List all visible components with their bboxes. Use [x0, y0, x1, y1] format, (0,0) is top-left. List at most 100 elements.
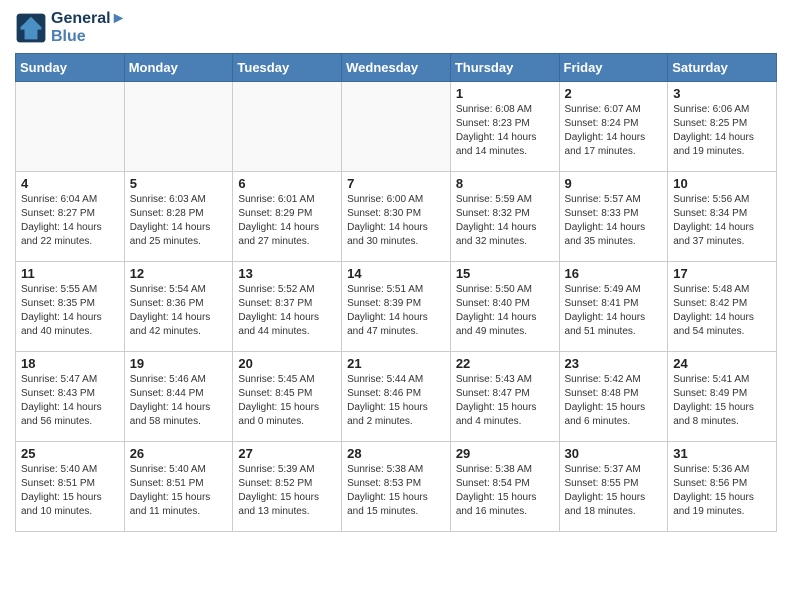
day-info: Sunrise: 5:49 AM Sunset: 8:41 PM Dayligh… — [565, 283, 663, 339]
calendar-week-row: 18 Sunrise: 5:47 AM Sunset: 8:43 PM Dayli… — [16, 352, 777, 442]
day-number: 23 — [565, 356, 663, 371]
calendar-cell: 13 Sunrise: 5:52 AM Sunset: 8:37 PM Dayli… — [233, 262, 342, 352]
calendar-day-header: Friday — [559, 54, 668, 82]
day-number: 17 — [673, 266, 771, 281]
calendar-day-header: Saturday — [668, 54, 777, 82]
day-number: 25 — [21, 446, 119, 461]
calendar-day-header: Monday — [124, 54, 233, 82]
calendar-cell: 20 Sunrise: 5:45 AM Sunset: 8:45 PM Dayli… — [233, 352, 342, 442]
day-number: 22 — [456, 356, 554, 371]
calendar-day-header: Tuesday — [233, 54, 342, 82]
calendar-cell: 10 Sunrise: 5:56 AM Sunset: 8:34 PM Dayli… — [668, 172, 777, 262]
day-number: 13 — [238, 266, 336, 281]
calendar-cell: 2 Sunrise: 6:07 AM Sunset: 8:24 PM Daylig… — [559, 82, 668, 172]
page-container: General► Blue SundayMondayTuesdayWednesd… — [0, 0, 792, 542]
day-info: Sunrise: 5:40 AM Sunset: 8:51 PM Dayligh… — [130, 463, 228, 519]
calendar-cell: 17 Sunrise: 5:48 AM Sunset: 8:42 PM Dayli… — [668, 262, 777, 352]
day-number: 14 — [347, 266, 445, 281]
day-info: Sunrise: 6:08 AM Sunset: 8:23 PM Dayligh… — [456, 103, 554, 159]
day-number: 18 — [21, 356, 119, 371]
logo: General► Blue — [15, 10, 126, 45]
calendar-cell: 14 Sunrise: 5:51 AM Sunset: 8:39 PM Dayli… — [342, 262, 451, 352]
day-number: 19 — [130, 356, 228, 371]
calendar-week-row: 11 Sunrise: 5:55 AM Sunset: 8:35 PM Dayli… — [16, 262, 777, 352]
day-info: Sunrise: 5:47 AM Sunset: 8:43 PM Dayligh… — [21, 373, 119, 429]
day-info: Sunrise: 5:55 AM Sunset: 8:35 PM Dayligh… — [21, 283, 119, 339]
day-number: 24 — [673, 356, 771, 371]
calendar-cell: 31 Sunrise: 5:36 AM Sunset: 8:56 PM Dayli… — [668, 442, 777, 532]
calendar-cell — [233, 82, 342, 172]
day-number: 15 — [456, 266, 554, 281]
day-info: Sunrise: 5:42 AM Sunset: 8:48 PM Dayligh… — [565, 373, 663, 429]
calendar-cell: 24 Sunrise: 5:41 AM Sunset: 8:49 PM Dayli… — [668, 352, 777, 442]
calendar-cell: 26 Sunrise: 5:40 AM Sunset: 8:51 PM Dayli… — [124, 442, 233, 532]
calendar-cell: 23 Sunrise: 5:42 AM Sunset: 8:48 PM Dayli… — [559, 352, 668, 442]
calendar-week-row: 4 Sunrise: 6:04 AM Sunset: 8:27 PM Daylig… — [16, 172, 777, 262]
day-number: 11 — [21, 266, 119, 281]
calendar-cell — [342, 82, 451, 172]
day-number: 10 — [673, 176, 771, 191]
logo-text: General► Blue — [51, 10, 126, 45]
day-number: 2 — [565, 86, 663, 101]
day-number: 28 — [347, 446, 445, 461]
day-number: 3 — [673, 86, 771, 101]
calendar-cell: 4 Sunrise: 6:04 AM Sunset: 8:27 PM Daylig… — [16, 172, 125, 262]
day-number: 8 — [456, 176, 554, 191]
day-number: 5 — [130, 176, 228, 191]
calendar-week-row: 25 Sunrise: 5:40 AM Sunset: 8:51 PM Dayli… — [16, 442, 777, 532]
day-number: 29 — [456, 446, 554, 461]
header: General► Blue — [15, 10, 777, 45]
day-number: 20 — [238, 356, 336, 371]
day-info: Sunrise: 5:36 AM Sunset: 8:56 PM Dayligh… — [673, 463, 771, 519]
day-info: Sunrise: 5:52 AM Sunset: 8:37 PM Dayligh… — [238, 283, 336, 339]
calendar-cell: 21 Sunrise: 5:44 AM Sunset: 8:46 PM Dayli… — [342, 352, 451, 442]
day-number: 26 — [130, 446, 228, 461]
calendar-day-header: Sunday — [16, 54, 125, 82]
day-number: 7 — [347, 176, 445, 191]
calendar-cell: 11 Sunrise: 5:55 AM Sunset: 8:35 PM Dayli… — [16, 262, 125, 352]
calendar-cell — [124, 82, 233, 172]
day-info: Sunrise: 6:01 AM Sunset: 8:29 PM Dayligh… — [238, 193, 336, 249]
day-number: 4 — [21, 176, 119, 191]
day-number: 21 — [347, 356, 445, 371]
day-info: Sunrise: 5:57 AM Sunset: 8:33 PM Dayligh… — [565, 193, 663, 249]
day-info: Sunrise: 5:41 AM Sunset: 8:49 PM Dayligh… — [673, 373, 771, 429]
calendar-week-row: 1Sunrise: 6:08 AM Sunset: 8:23 PM Daylig… — [16, 82, 777, 172]
day-info: Sunrise: 6:07 AM Sunset: 8:24 PM Dayligh… — [565, 103, 663, 159]
day-number: 30 — [565, 446, 663, 461]
calendar-cell: 6 Sunrise: 6:01 AM Sunset: 8:29 PM Daylig… — [233, 172, 342, 262]
calendar-cell: 19Sunrise: 5:46 AM Sunset: 8:44 PM Dayli… — [124, 352, 233, 442]
day-info: Sunrise: 5:38 AM Sunset: 8:53 PM Dayligh… — [347, 463, 445, 519]
calendar-cell: 9Sunrise: 5:57 AM Sunset: 8:33 PM Daylig… — [559, 172, 668, 262]
day-info: Sunrise: 6:00 AM Sunset: 8:30 PM Dayligh… — [347, 193, 445, 249]
day-info: Sunrise: 5:38 AM Sunset: 8:54 PM Dayligh… — [456, 463, 554, 519]
day-number: 31 — [673, 446, 771, 461]
calendar-cell: 12 Sunrise: 5:54 AM Sunset: 8:36 PM Dayli… — [124, 262, 233, 352]
day-number: 12 — [130, 266, 228, 281]
day-info: Sunrise: 5:54 AM Sunset: 8:36 PM Dayligh… — [130, 283, 228, 339]
calendar-day-header: Thursday — [450, 54, 559, 82]
calendar-cell: 5Sunrise: 6:03 AM Sunset: 8:28 PM Daylig… — [124, 172, 233, 262]
calendar-cell: 18 Sunrise: 5:47 AM Sunset: 8:43 PM Dayli… — [16, 352, 125, 442]
calendar-cell: 27 Sunrise: 5:39 AM Sunset: 8:52 PM Dayli… — [233, 442, 342, 532]
calendar-table: SundayMondayTuesdayWednesdayThursdayFrid… — [15, 53, 777, 532]
day-info: Sunrise: 5:43 AM Sunset: 8:47 PM Dayligh… — [456, 373, 554, 429]
day-info: Sunrise: 5:56 AM Sunset: 8:34 PM Dayligh… — [673, 193, 771, 249]
day-number: 6 — [238, 176, 336, 191]
calendar-cell: 3 Sunrise: 6:06 AM Sunset: 8:25 PM Daylig… — [668, 82, 777, 172]
calendar-cell — [16, 82, 125, 172]
day-info: Sunrise: 5:39 AM Sunset: 8:52 PM Dayligh… — [238, 463, 336, 519]
calendar-cell: 29 Sunrise: 5:38 AM Sunset: 8:54 PM Dayli… — [450, 442, 559, 532]
day-info: Sunrise: 5:48 AM Sunset: 8:42 PM Dayligh… — [673, 283, 771, 339]
calendar-cell: 16Sunrise: 5:49 AM Sunset: 8:41 PM Dayli… — [559, 262, 668, 352]
day-info: Sunrise: 6:06 AM Sunset: 8:25 PM Dayligh… — [673, 103, 771, 159]
day-info: Sunrise: 5:44 AM Sunset: 8:46 PM Dayligh… — [347, 373, 445, 429]
day-info: Sunrise: 5:45 AM Sunset: 8:45 PM Dayligh… — [238, 373, 336, 429]
calendar-cell: 8Sunrise: 5:59 AM Sunset: 8:32 PM Daylig… — [450, 172, 559, 262]
day-info: Sunrise: 6:04 AM Sunset: 8:27 PM Dayligh… — [21, 193, 119, 249]
calendar-cell: 22 Sunrise: 5:43 AM Sunset: 8:47 PM Dayli… — [450, 352, 559, 442]
day-info: Sunrise: 5:50 AM Sunset: 8:40 PM Dayligh… — [456, 283, 554, 339]
day-info: Sunrise: 5:51 AM Sunset: 8:39 PM Dayligh… — [347, 283, 445, 339]
logo-icon — [15, 12, 47, 44]
day-number: 27 — [238, 446, 336, 461]
